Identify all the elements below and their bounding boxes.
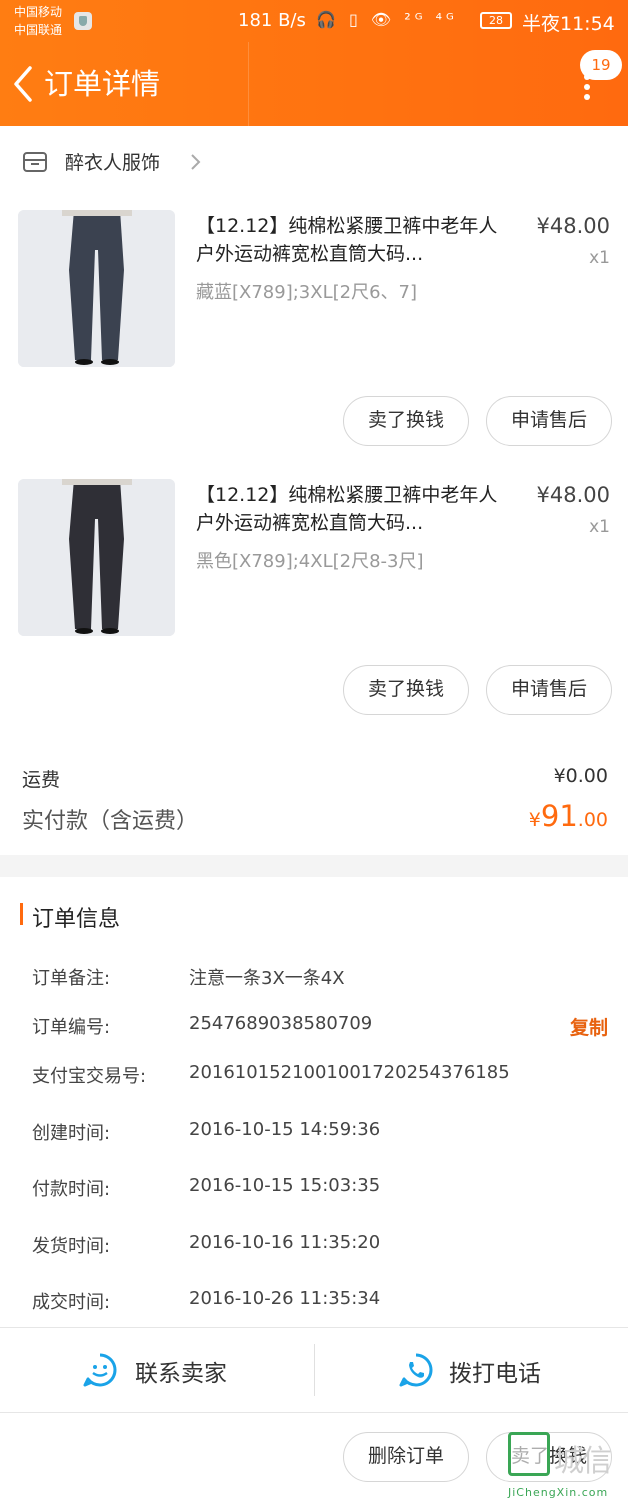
info-label: 创建时间: bbox=[32, 1123, 111, 1144]
info-label: 付款时间: bbox=[32, 1179, 111, 1200]
shipping-label: 运费 bbox=[22, 769, 61, 791]
info-row-completed: 成交时间: 2016-10-26 11:35:34 bbox=[0, 1288, 628, 1320]
info-value: 2016-10-15 15:03:35 bbox=[189, 1175, 381, 1196]
info-label: 订单编号: bbox=[32, 1017, 111, 1038]
pants-image bbox=[18, 479, 175, 636]
paid-amount: ¥91.00 bbox=[529, 799, 608, 833]
status-bar: 中国移动 中国联通 181 B/s 🎧 ▯ 👁 ²ᴳ ⁴ᴳ 28 半夜11:54 bbox=[0, 0, 628, 42]
shop-name: 醉衣人服饰 bbox=[65, 152, 161, 174]
info-row-note: 订单备注: 注意一条3X一条4X bbox=[0, 964, 628, 996]
shop-row[interactable]: 醉衣人服饰 bbox=[0, 140, 628, 184]
product-quantity: x1 bbox=[589, 248, 610, 268]
section-divider bbox=[0, 855, 628, 877]
info-label: 成交时间: bbox=[32, 1292, 111, 1313]
product-title[interactable]: 【12.12】纯棉松紧腰卫裤中老年人户外运动裤宽松直筒大码... bbox=[196, 481, 512, 537]
info-label: 订单备注: bbox=[32, 968, 111, 989]
info-row-shipped: 发货时间: 2016-10-16 11:35:20 bbox=[0, 1232, 628, 1264]
carrier-1: 中国移动 bbox=[14, 5, 63, 19]
after-sale-button[interactable]: 申请售后 bbox=[486, 665, 612, 715]
nav-divider bbox=[248, 42, 249, 126]
status-icons: 🎧 ▯ 👁 ²ᴳ ⁴ᴳ bbox=[316, 10, 458, 29]
info-row-paid: 付款时间: 2016-10-15 15:03:35 bbox=[0, 1175, 628, 1207]
header-bar: 中国移动 中国联通 181 B/s 🎧 ▯ 👁 ²ᴳ ⁴ᴳ 28 半夜11:54… bbox=[0, 0, 628, 126]
delete-order-button[interactable]: 删除订单 bbox=[343, 1432, 469, 1482]
carrier-2: 中国联通 bbox=[14, 23, 63, 37]
contact-seller-label: 联系卖家 bbox=[135, 1361, 227, 1387]
product-sku: 藏蓝[X789];3XL[2尺6、7] bbox=[196, 282, 418, 303]
watermark-text: 城信 bbox=[554, 1444, 612, 1479]
product-thumbnail[interactable] bbox=[18, 210, 175, 367]
product-price: ¥48.00 bbox=[536, 214, 610, 238]
store-icon bbox=[23, 152, 47, 172]
info-label: 发货时间: bbox=[32, 1236, 111, 1257]
info-value: 2547689038580709 bbox=[189, 1013, 373, 1034]
sell-button[interactable]: 卖了换钱 bbox=[343, 665, 469, 715]
watermark-logo-icon bbox=[508, 1432, 550, 1476]
nav-bar: 订单详情 19 bbox=[0, 42, 628, 126]
call-phone-label: 拨打电话 bbox=[449, 1361, 541, 1387]
net-speed: 181 B/s bbox=[238, 10, 306, 31]
product-price: ¥48.00 bbox=[536, 483, 610, 507]
site-watermark: 城信 JiChengXin.com bbox=[506, 1432, 628, 1500]
shield-icon bbox=[74, 12, 92, 30]
contact-seller-button[interactable]: 联系卖家 bbox=[0, 1328, 314, 1412]
call-phone-button[interactable]: 拨打电话 bbox=[315, 1328, 628, 1412]
info-value: 2016-10-26 11:35:34 bbox=[189, 1288, 381, 1309]
copy-button[interactable]: 复制 bbox=[570, 1013, 608, 1040]
product-thumbnail[interactable] bbox=[18, 479, 175, 636]
product-quantity: x1 bbox=[589, 517, 610, 537]
chevron-right-icon bbox=[191, 154, 201, 170]
back-arrow-icon[interactable] bbox=[10, 64, 40, 104]
info-row-created: 创建时间: 2016-10-15 14:59:36 bbox=[0, 1119, 628, 1151]
watermark-url: JiChengXin.com bbox=[508, 1486, 609, 1499]
product-title[interactable]: 【12.12】纯棉松紧腰卫裤中老年人户外运动裤宽松直筒大码... bbox=[196, 212, 512, 268]
section-accent-bar bbox=[20, 903, 23, 925]
chat-bubble-icon bbox=[83, 1353, 117, 1387]
info-value: 2016-10-16 11:35:20 bbox=[189, 1232, 381, 1253]
info-row-order-number: 订单编号: 2547689038580709 复制 bbox=[0, 1013, 628, 1045]
sell-button[interactable]: 卖了换钱 bbox=[343, 396, 469, 446]
pants-image bbox=[18, 210, 175, 367]
info-label: 支付宝交易号: bbox=[32, 1066, 147, 1087]
paid-decimal: .00 bbox=[577, 809, 608, 831]
order-item: 【12.12】纯棉松紧腰卫裤中老年人户外运动裤宽松直筒大码... ¥48.00 … bbox=[0, 479, 628, 659]
paid-label: 实付款（含运费） bbox=[22, 809, 199, 834]
order-item: 【12.12】纯棉松紧腰卫裤中老年人户外运动裤宽松直筒大码... ¥48.00 … bbox=[0, 210, 628, 390]
after-sale-button[interactable]: 申请售后 bbox=[486, 396, 612, 446]
clock: 半夜11:54 bbox=[522, 13, 615, 35]
info-value: 2016101521001001720254376185 bbox=[189, 1062, 510, 1083]
battery-icon: 28 bbox=[480, 12, 512, 29]
page-title: 订单详情 bbox=[44, 67, 161, 101]
shipping-value: ¥0.00 bbox=[553, 765, 608, 787]
order-info-title: 订单信息 bbox=[32, 907, 121, 932]
info-row-alipay-number: 支付宝交易号: 2016101521001001720254376185 bbox=[0, 1062, 628, 1094]
info-value: 2016-10-15 14:59:36 bbox=[189, 1119, 381, 1140]
paid-integer: 91 bbox=[540, 799, 578, 833]
contact-action-bar: 联系卖家 拨打电话 bbox=[0, 1327, 628, 1413]
phone-icon bbox=[399, 1353, 433, 1387]
info-value: 注意一条3X一条4X bbox=[189, 968, 345, 989]
message-badge: 19 bbox=[580, 50, 622, 80]
paid-currency: ¥ bbox=[528, 809, 541, 831]
product-sku: 黑色[X789];4XL[2尺8-3尺] bbox=[196, 551, 424, 572]
